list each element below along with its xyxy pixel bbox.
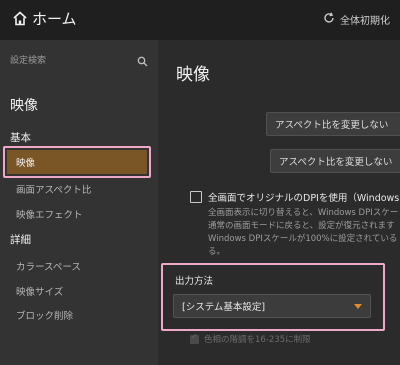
aspect-ratio-value: アスペクト比を変更しない: [279, 157, 393, 168]
dpi-description-line: 全画面表示に切り替えると、Windows DPIスケー: [208, 208, 399, 218]
reset-all-button[interactable]: 全体初期化: [323, 12, 390, 27]
dpi-description-line: Windows DPIスケールが100%に設定されている: [208, 234, 398, 244]
home-icon: [12, 11, 28, 26]
dpi-checkbox[interactable]: [190, 191, 202, 203]
settings-search[interactable]: 設定検索: [0, 40, 158, 78]
sidebar-section-detail: 詳細: [10, 234, 31, 246]
output-method-value: [システム基本設定]: [182, 302, 266, 313]
sidebar-item-block-removal[interactable]: ブロック削除: [16, 308, 73, 322]
settings-main: 映像 アスペクト比を変更しない アスペクト比を変更しない 全画面でオリジナルのD…: [158, 40, 400, 365]
output-method-select[interactable]: [システム基本設定]: [173, 294, 371, 318]
limit-range-label: 色相の階調を16-235に制限: [204, 335, 311, 345]
limit-range-checkbox[interactable]: [190, 332, 199, 344]
top-bar: ホーム 全体初期化: [0, 0, 400, 40]
dpi-description-line: る。: [208, 247, 226, 257]
search-input[interactable]: 設定検索: [10, 53, 46, 66]
dpi-checkbox-label: 全画面でオリジナルのDPIを使用（Windows10）: [208, 193, 400, 204]
search-icon[interactable]: [137, 52, 148, 71]
page-title: 映像: [176, 65, 210, 85]
reset-all-label: 全体初期化: [340, 16, 390, 27]
output-method-group: 出力方法 [システム基本設定]: [161, 263, 385, 331]
sidebar-item-video[interactable]: 映像: [7, 150, 147, 174]
chevron-down-icon[interactable]: [354, 304, 362, 309]
dpi-description-line: 通常の画面モードに戻ると、設定が復元されます: [208, 221, 395, 231]
sidebar-item-video-size[interactable]: 映像サイズ: [16, 284, 63, 298]
aspect-ratio-dropdown-2[interactable]: アスペクト比を変更しない: [270, 149, 400, 173]
sidebar-item-label: 映像: [16, 158, 36, 169]
aspect-ratio-value: アスペクト比を変更しない: [275, 120, 389, 131]
sidebar-item-aspect-ratio[interactable]: 画面アスペクト比: [16, 182, 91, 196]
sidebar-item-color-space[interactable]: カラースペース: [16, 259, 81, 273]
refresh-icon: [323, 12, 335, 27]
settings-sidebar: 設定検索 映像 基本 映像 画面アスペクト比 映像エフェクト 詳細 カラースペー…: [0, 40, 158, 365]
sidebar-section-basic: 基本: [10, 132, 31, 144]
home-label: ホーム: [32, 10, 77, 28]
sidebar-item-video-highlight: 映像: [3, 146, 151, 178]
sidebar-heading: 映像: [10, 98, 38, 114]
home-button[interactable]: ホーム: [12, 8, 77, 29]
aspect-ratio-dropdown-1[interactable]: アスペクト比を変更しない: [266, 112, 400, 136]
output-method-label: 出力方法: [175, 276, 214, 287]
sidebar-item-video-effect[interactable]: 映像エフェクト: [16, 207, 83, 221]
